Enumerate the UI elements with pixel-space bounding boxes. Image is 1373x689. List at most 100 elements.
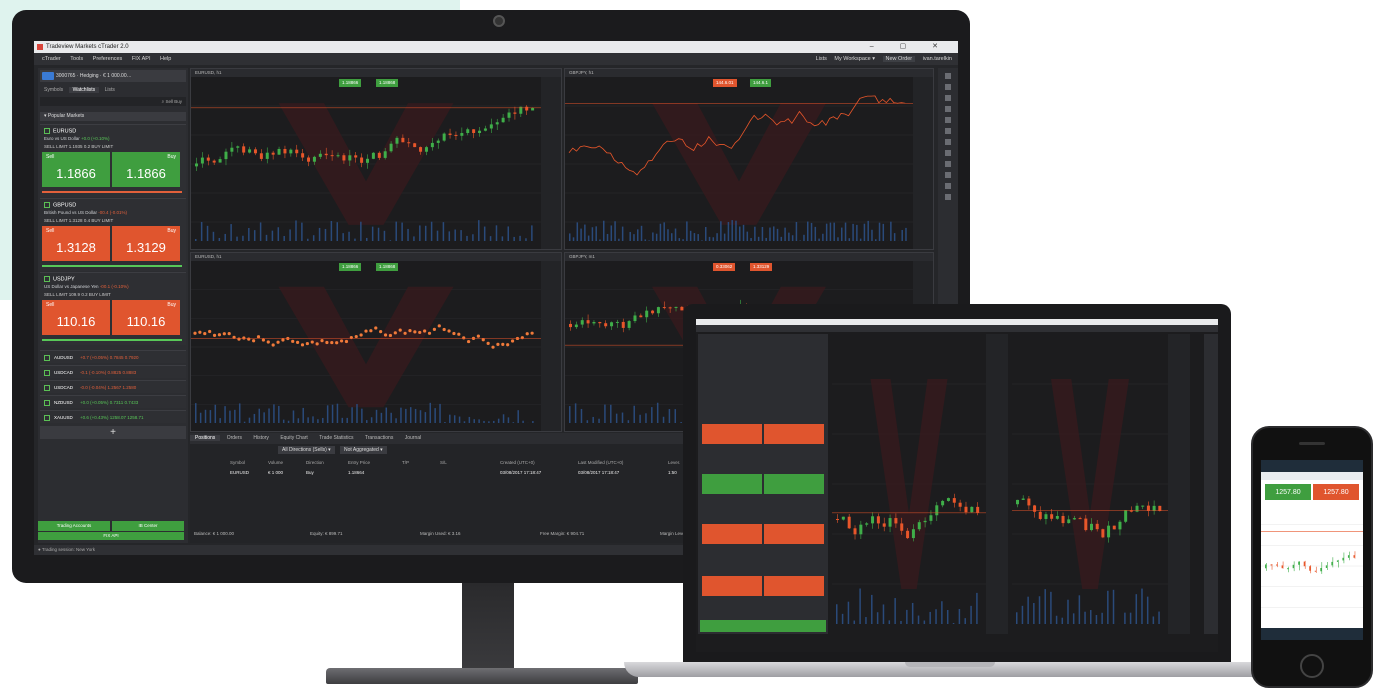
tool-icon[interactable] (945, 117, 951, 123)
limit-value[interactable]: 109.9 (69, 292, 80, 297)
col-symbol[interactable]: Symbol (230, 460, 245, 465)
chart-eurusd-h1[interactable]: EURUSD, h1 1.18866 1.18868 (190, 68, 562, 250)
buy-limit[interactable]: BUY LIMIT (89, 292, 111, 297)
buy-button[interactable]: Buy 1.1866 (112, 152, 180, 187)
tab-equity-chart[interactable]: Equity Chart (275, 435, 313, 441)
volume-bar (591, 227, 594, 241)
buy-limit[interactable]: BUY LIMIT (91, 144, 113, 149)
window-controls[interactable]: – ▢ ✕ (870, 41, 950, 53)
menu-tools[interactable]: Tools (70, 56, 83, 62)
tab-watchlists[interactable]: Watchlists (68, 87, 100, 93)
ib-center-button[interactable]: IB Center (112, 521, 184, 531)
volume-bar (716, 233, 718, 241)
volume-bar (307, 238, 309, 241)
tab-positions[interactable]: Positions (190, 435, 221, 441)
col-tp[interactable]: T/P (402, 460, 409, 465)
account-selector[interactable]: 3000765 · Hedging · € 1 000.00… (40, 70, 186, 82)
mini-symbol-row[interactable]: AUDUSD +0.7 (+0.05%) 0.7845 0.7920 (40, 350, 186, 363)
menu-fix-api[interactable]: FIX API (132, 56, 151, 62)
symbol-card-gbpusd[interactable]: GBPUSD British Pound vs US Dollar -00.4 … (40, 198, 186, 271)
mini-symbol-row[interactable]: NZDUSD +0.0 (+0.05%) 0.7311 0.7433 (40, 395, 186, 408)
volume-bar (584, 224, 586, 241)
tool-icon[interactable] (945, 161, 951, 167)
chart-gbpjpy-h1[interactable]: GBPJPY, h1 144.6.01 144.6.1 (564, 68, 934, 250)
tool-icon[interactable] (945, 150, 951, 156)
col-direction[interactable]: Direction (306, 460, 324, 465)
limit-value[interactable]: 1.3128 (69, 218, 83, 223)
user-name[interactable]: ivan.tarelkin (923, 56, 952, 62)
buy-button[interactable]: Buy 110.16 (112, 300, 180, 335)
buy-limit[interactable]: BUY LIMIT (91, 218, 113, 223)
tool-icon[interactable] (945, 84, 951, 90)
mini-symbol-row[interactable]: XAUUSD +0.6 (+0.43%) 1258.07 1258.71 (40, 410, 186, 423)
menu-lists[interactable]: Lists (816, 56, 827, 62)
favorite-icon[interactable] (44, 202, 50, 208)
fix-api-button[interactable]: FIX API (38, 532, 184, 540)
buy-button[interactable]: Buy 1.3129 (112, 226, 180, 261)
sell-limit[interactable]: SELL LIMIT (44, 292, 68, 297)
sell-button[interactable]: Sell 110.16 (42, 300, 110, 335)
mini-symbol-name: XAUUSD (54, 415, 73, 420)
mini-symbol-row[interactable]: USDCAD -0.0 (-0.04%) 1.2567 1.2580 (40, 380, 186, 393)
symbol-card-eurusd[interactable]: EURUSD Euro vs US Dollar +0.0 (+0.10%) S… (40, 124, 186, 197)
favorite-icon[interactable] (44, 384, 50, 391)
phone-buy-button[interactable]: 1257.80 (1313, 484, 1359, 500)
tool-icon[interactable] (945, 172, 951, 178)
workspace-select[interactable]: My Workspace ▾ (834, 56, 875, 62)
col-volume[interactable]: Volume (268, 460, 283, 465)
tab-transactions[interactable]: Transactions (360, 435, 398, 441)
tab-lists[interactable]: Lists (101, 87, 119, 93)
tab-orders[interactable]: Orders (222, 435, 247, 441)
tool-icon[interactable] (945, 194, 951, 200)
col-sl[interactable]: S/L (440, 460, 447, 465)
sell-limit[interactable]: SELL LIMIT (44, 218, 68, 223)
tab-journal[interactable]: Journal (400, 435, 426, 441)
tool-icon[interactable] (945, 73, 951, 79)
symbol-desc: US Dollar vs Japanese Yen (44, 284, 99, 289)
volume-bar (1038, 596, 1041, 624)
candle-body (371, 152, 375, 159)
mini-symbol-values: +0.0 (+0.05%) 0.7311 0.7433 (80, 400, 139, 405)
col-created[interactable]: Created (UTC+0) (500, 460, 535, 465)
search-icon[interactable]: ⌕ (162, 99, 165, 104)
sell-button[interactable]: Sell 1.1866 (42, 152, 110, 187)
symbol-card-usdjpy[interactable]: USDJPY US Dollar vs Japanese Yen -00.1 (… (40, 272, 186, 345)
tab-history[interactable]: History (248, 435, 274, 441)
phone-sell-button[interactable]: 1257.80 (1265, 484, 1311, 500)
sell-limit[interactable]: SELL LIMIT (44, 144, 68, 149)
symbol-search[interactable]: ⌕ Sell Buy (40, 97, 186, 106)
candle-body (964, 506, 968, 513)
col-leverage[interactable]: Lever. (668, 460, 680, 465)
favorite-icon[interactable] (44, 399, 50, 406)
tab-symbols[interactable]: Symbols (40, 87, 67, 93)
favorite-icon[interactable] (44, 354, 50, 361)
mini-symbol-row[interactable]: USDCAD -0.1 (-0.10%) 0.8825 0.8883 (40, 365, 186, 378)
favorite-icon[interactable] (44, 369, 50, 376)
col-entry-price[interactable]: Entry Price (348, 460, 370, 465)
tool-icon[interactable] (945, 139, 951, 145)
candle-body (1292, 564, 1295, 569)
tool-icon[interactable] (945, 95, 951, 101)
menu-ctrader[interactable]: cTrader (42, 56, 61, 62)
favorite-icon[interactable] (44, 414, 50, 421)
group-header[interactable]: ▾ Popular Markets (40, 112, 186, 121)
tool-icon[interactable] (945, 106, 951, 112)
phone-home-button[interactable] (1300, 654, 1324, 678)
limit-value[interactable]: 1.1935 (69, 144, 83, 149)
tab-trade-statistics[interactable]: Trade Statistics (314, 435, 358, 441)
tool-icon[interactable] (945, 183, 951, 189)
direction-filter[interactable]: All Directions (Sells) ▾ (278, 446, 335, 454)
add-symbol-button[interactable]: + (40, 426, 186, 439)
new-order-button[interactable]: New Order (882, 56, 916, 62)
sell-button[interactable]: Sell 1.3128 (42, 226, 110, 261)
col-last-modified[interactable]: Last Modified (UTC+0) (578, 460, 623, 465)
candle-body (312, 156, 316, 162)
tool-icon[interactable] (945, 128, 951, 134)
menu-help[interactable]: Help (160, 56, 171, 62)
menu-preferences[interactable]: Preferences (93, 56, 123, 62)
favorite-icon[interactable] (44, 128, 50, 134)
chart-eurusd-dots[interactable]: EURUSD, h1 1.18866 1.18868 (190, 252, 562, 432)
trading-accounts-button[interactable]: Trading Accounts (38, 521, 110, 531)
aggregation-filter[interactable]: Not Aggregated ▾ (340, 446, 387, 454)
favorite-icon[interactable] (44, 276, 50, 282)
